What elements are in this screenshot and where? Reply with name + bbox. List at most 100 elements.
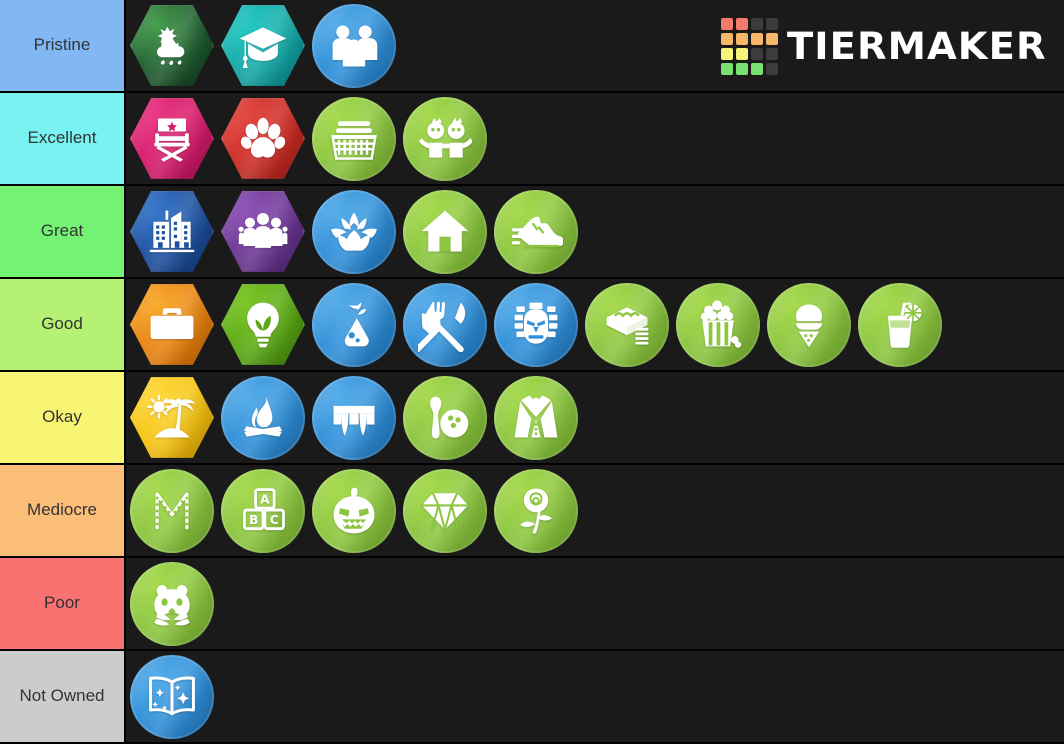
tier-item-cool-kitchen[interactable] <box>767 282 851 367</box>
svg-text:B: B <box>249 513 258 527</box>
tier-items-container[interactable]: ABC <box>126 465 1064 556</box>
tier-item-movie-hangout[interactable] <box>676 282 760 367</box>
tier-items-container[interactable] <box>126 558 1064 649</box>
tier-row: Not Owned <box>0 651 1064 744</box>
tier-item-bowling-night[interactable] <box>403 375 487 460</box>
lotus-flower-icon <box>331 211 377 251</box>
laundry-basket-icon <box>331 120 377 160</box>
svg-text:A: A <box>260 492 270 506</box>
tier-row: Poor <box>0 558 1064 651</box>
campfire-icon <box>244 394 282 437</box>
tuxedo-icon <box>514 395 558 438</box>
two-toddlers-icon <box>418 117 472 158</box>
tier-label-not-owned[interactable]: Not Owned <box>0 651 126 742</box>
tier-item-cats-and-dogs[interactable] <box>221 97 305 181</box>
tier-item-bakery-stuff[interactable] <box>585 282 669 367</box>
fork-knife-icon <box>418 301 466 352</box>
tier-item-city-living[interactable] <box>130 190 214 274</box>
logo-grid-cell <box>766 33 779 45</box>
tier-label-okay[interactable]: Okay <box>0 372 126 463</box>
tier-item-discover-university[interactable] <box>221 4 305 88</box>
tiki-mask-icon <box>514 302 558 344</box>
briefcase-icon <box>150 307 194 339</box>
weather-sun-cloud-rain-icon <box>157 25 185 65</box>
people-group-icon <box>238 212 288 248</box>
tier-item-fitness-stuff[interactable] <box>494 189 578 274</box>
tier-item-outdoor-retreat[interactable] <box>221 375 305 460</box>
tier-item-tiny-living[interactable] <box>403 189 487 274</box>
svg-text:C: C <box>270 513 279 527</box>
tiermaker-logo: TiERMAKER <box>721 18 1046 75</box>
logo-grid-cell <box>766 63 779 75</box>
tier-item-vampires[interactable] <box>312 375 396 460</box>
tier-item-romantic-garden[interactable] <box>494 468 578 553</box>
tier-items-container[interactable] <box>126 372 1064 463</box>
graduation-cap-icon <box>239 26 287 68</box>
tier-items-container[interactable] <box>126 651 1064 742</box>
logo-grid-cell <box>721 63 734 75</box>
flask-icon <box>344 302 369 346</box>
tier-item-jungle-adventure[interactable] <box>494 282 578 367</box>
logo-grid-cell <box>736 48 749 60</box>
tier-label-mediocre[interactable]: Mediocre <box>0 465 126 556</box>
tier-row: Excellent <box>0 93 1064 186</box>
paw-print-icon <box>240 117 286 158</box>
tier-items-container[interactable] <box>126 279 1064 370</box>
tier-item-realm-of-magic[interactable] <box>130 654 214 739</box>
tiermaker-logo-text: TiERMAKER <box>787 25 1047 68</box>
tier-item-spooky-stuff[interactable] <box>312 468 396 553</box>
tier-item-eco-lifestyle[interactable] <box>221 283 305 367</box>
tier-item-dine-out[interactable] <box>403 282 487 367</box>
tier-row: Okay <box>0 372 1064 465</box>
tier-item-spa-day[interactable] <box>312 189 396 274</box>
tier-item-moschino-stuff[interactable] <box>130 468 214 553</box>
tier-item-get-together[interactable] <box>221 190 305 274</box>
tier-item-backyard-drinks[interactable] <box>858 282 942 367</box>
logo-grid-cell <box>766 18 779 30</box>
eco-lightbulb-icon <box>247 302 279 347</box>
tier-item-discover-science[interactable] <box>312 282 396 367</box>
family-group-icon <box>332 25 378 66</box>
tier-item-seasons[interactable] <box>130 4 214 88</box>
tier-item-toddler-stuff[interactable] <box>403 96 487 181</box>
running-shoe-icon <box>511 216 563 247</box>
house-icon <box>421 210 469 252</box>
pumpkin-icon <box>333 487 375 533</box>
tier-item-luxury-party[interactable] <box>403 468 487 553</box>
logo-grid-cell <box>766 48 779 60</box>
tier-label-excellent[interactable]: Excellent <box>0 93 126 184</box>
logo-grid-cell <box>736 63 749 75</box>
tier-items-container[interactable] <box>126 93 1064 184</box>
tier-row: Great <box>0 186 1064 279</box>
tier-item-parenthood[interactable] <box>312 3 396 88</box>
bowling-pin-ball-icon <box>430 396 469 438</box>
tier-list-board: Pristine Excellent Great Good Okay Mediocre A B… <box>0 0 1064 744</box>
tier-label-great[interactable]: Great <box>0 186 126 277</box>
tier-row: Good <box>0 279 1064 372</box>
tier-items-container[interactable] <box>126 186 1064 277</box>
tier-row: Mediocre A B C <box>0 465 1064 558</box>
rose-icon <box>520 488 552 533</box>
logo-grid-cell <box>751 18 764 30</box>
tier-item-nursery-stuff[interactable]: ABC <box>221 468 305 553</box>
logo-grid-cell <box>721 48 734 60</box>
logo-grid-cell <box>751 48 764 60</box>
tier-item-get-famous[interactable] <box>130 97 214 181</box>
logo-grid-cell <box>736 18 749 30</box>
popcorn-icon <box>700 299 742 348</box>
logo-grid-cell <box>721 33 734 45</box>
tier-item-vintage-glamour[interactable] <box>494 375 578 460</box>
chain-letter-m-icon <box>155 492 189 529</box>
tier-label-pristine[interactable]: Pristine <box>0 0 126 91</box>
drink-glass-icon <box>887 302 922 348</box>
tier-label-poor[interactable]: Poor <box>0 558 126 649</box>
vampire-fangs-icon <box>333 405 375 436</box>
diamond-icon <box>421 492 469 534</box>
tier-item-island-living[interactable] <box>130 376 214 460</box>
tier-item-laundry-day[interactable] <box>312 96 396 181</box>
tier-item-get-to-work[interactable] <box>130 283 214 367</box>
tiermaker-logo-grid <box>721 18 779 75</box>
island-palm-sun-icon <box>147 394 196 438</box>
tier-item-my-first-pet[interactable] <box>130 561 214 646</box>
tier-label-good[interactable]: Good <box>0 279 126 370</box>
